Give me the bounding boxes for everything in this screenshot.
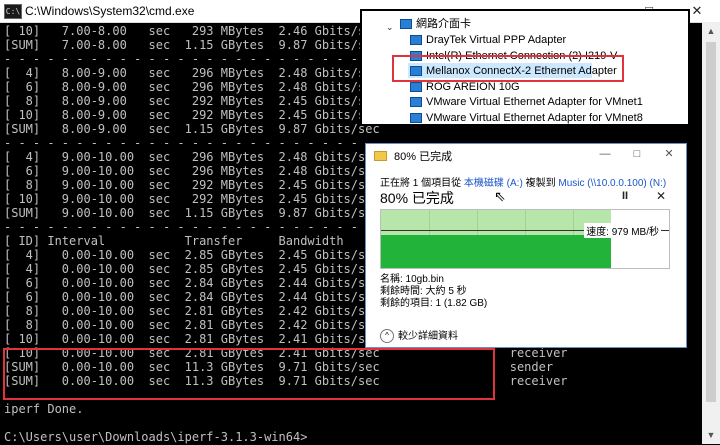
console-line: [ 6] 8.00-9.00 sec 296 MBytes 2.48 Gbits… <box>4 80 380 94</box>
scrollbar-thumb[interactable] <box>706 42 716 402</box>
less-details-label: 較少詳細資料 <box>398 331 458 342</box>
folder-icon <box>374 151 387 161</box>
console-line: [ 6] 9.00-10.00 sec 296 MBytes 2.48 Gbit… <box>4 164 380 178</box>
vertical-scrollbar[interactable]: ▲ ▼ <box>702 22 720 444</box>
console-line: iperf Done. <box>4 402 84 416</box>
percent-complete: 80% 已完成 <box>380 190 454 206</box>
console-line: [ 10] 7.00-8.00 sec 293 MBytes 2.46 Gbit… <box>4 24 380 38</box>
network-adapter-icon <box>410 112 422 123</box>
speed-label: 速度: 979 MB/秒 <box>584 223 661 238</box>
console-line: [SUM] 8.00-9.00 sec 1.15 GBytes 9.87 Gbi… <box>4 122 380 136</box>
console-line: C:\Users\user\Downloads\iperf-3.1.3-win6… <box>4 430 308 444</box>
network-adapter-icon <box>410 50 422 61</box>
pause-button[interactable]: II <box>622 190 628 202</box>
copy-desc-middle: 複製到 <box>522 178 559 189</box>
device-item-label: ROG AREION 10G <box>426 80 520 93</box>
network-adapter-icon <box>400 19 412 29</box>
minimize-button[interactable]: — <box>591 146 619 162</box>
console-line: - - - - - - - - - - - - - - - - - - - - … <box>4 220 359 234</box>
console-line: [ 10] 0.00-10.00 sec 2.81 GBytes 2.41 Gb… <box>4 346 568 360</box>
network-adapter-icon <box>410 66 422 76</box>
console-line: [SUM] 9.00-10.00 sec 1.15 GBytes 9.87 Gb… <box>4 206 380 220</box>
device-item-label: Mellanox ConnectX-2 Ethernet Adapter <box>426 65 617 77</box>
device-item-label: WAN Miniport (IKEv2) <box>426 125 533 126</box>
network-adapter-icon <box>410 35 422 45</box>
cmd-title: C:\Windows\System32\cmd.exe <box>25 4 195 18</box>
device-item-label: Intel(R) Ethernet Connection (2) I219-V <box>426 49 618 62</box>
chevron-down-icon[interactable]: ⌄ <box>386 22 394 33</box>
time-remaining-line: 剩餘時間: 大約 5 秒 <box>380 286 467 297</box>
maximize-button[interactable]: □ <box>623 146 651 162</box>
console-line: [ 8] 8.00-9.00 sec 292 MBytes 2.45 Gbits… <box>4 94 380 108</box>
transfer-info: 名稱: 10gb.bin 剩餘時間: 大約 5 秒 剩餘的項目: 1 (1.82… <box>380 274 487 310</box>
console-line: - - - - - - - - - - - - - - - - - - - - … <box>4 136 359 150</box>
throughput-area <box>381 235 612 268</box>
console-line: [ 8] 9.00-10.00 sec 292 MBytes 2.45 Gbit… <box>4 178 380 192</box>
device-manager-panel: ⌄ 網路介面卡 DrayTek Virtual PPP Adapter Intel… <box>360 9 690 126</box>
console-line: [ 10] 9.00-10.00 sec 292 MBytes 2.45 Gbi… <box>4 192 380 206</box>
copy-description: 正在將 1 個項目從 本機磁碟 (A:) 複製到 Music (\\10.0.0… <box>380 174 666 189</box>
cmd-icon: C:\ <box>4 4 22 19</box>
file-name-line: 名稱: 10gb.bin <box>380 274 444 285</box>
device-item-label: VMware Virtual Ethernet Adapter for VMne… <box>426 111 643 124</box>
console-line: [SUM] 0.00-10.00 sec 11.3 GBytes 9.71 Gb… <box>4 360 554 374</box>
console-line: [ ID] Interval Transfer Bandwidth <box>4 234 344 248</box>
device-category-label: 網路介面卡 <box>416 18 471 30</box>
close-button[interactable]: ✕ <box>655 146 683 162</box>
items-remaining-line: 剩餘的項目: 1 (1.82 GB) <box>380 298 488 309</box>
stop-button[interactable]: ✕ <box>656 189 666 203</box>
scroll-up-arrow-icon[interactable]: ▲ <box>702 22 720 40</box>
transfer-speed-graph: 速度: 979 MB/秒 <box>380 209 670 269</box>
console-line: [ 4] 9.00-10.00 sec 296 MBytes 2.48 Gbit… <box>4 150 380 164</box>
console-line: [ 4] 8.00-9.00 sec 296 MBytes 2.48 Gbits… <box>4 66 380 80</box>
mouse-cursor-icon: ⇖ <box>494 188 506 204</box>
device-item-label: VMware Virtual Ethernet Adapter for VMne… <box>426 96 643 108</box>
less-details-button[interactable]: ^ 較少詳細資料 <box>380 327 458 344</box>
copy-dialog-title: 80% 已完成 <box>394 151 453 163</box>
destination-link[interactable]: Music (\\10.0.0.100) (N:) <box>558 178 666 189</box>
network-adapter-icon <box>410 81 422 92</box>
chevron-up-icon: ^ <box>380 329 394 344</box>
scroll-down-arrow-icon[interactable]: ▼ <box>702 426 720 444</box>
console-line: - - - - - - - - - - - - - - - - - - - - … <box>4 52 359 66</box>
copy-progress-dialog: 80% 已完成 — □ ✕ 正在將 1 個項目從 本機磁碟 (A:) 複製到 M… <box>365 143 687 348</box>
network-adapter-icon <box>410 97 422 107</box>
console-line: [ 10] 8.00-9.00 sec 292 MBytes 2.45 Gbit… <box>4 108 380 122</box>
console-line: [SUM] 7.00-8.00 sec 1.15 GBytes 9.87 Gbi… <box>4 38 380 52</box>
console-line: [SUM] 0.00-10.00 sec 11.3 GBytes 9.71 Gb… <box>4 374 568 388</box>
device-item-label: DrayTek Virtual PPP Adapter <box>426 34 567 46</box>
